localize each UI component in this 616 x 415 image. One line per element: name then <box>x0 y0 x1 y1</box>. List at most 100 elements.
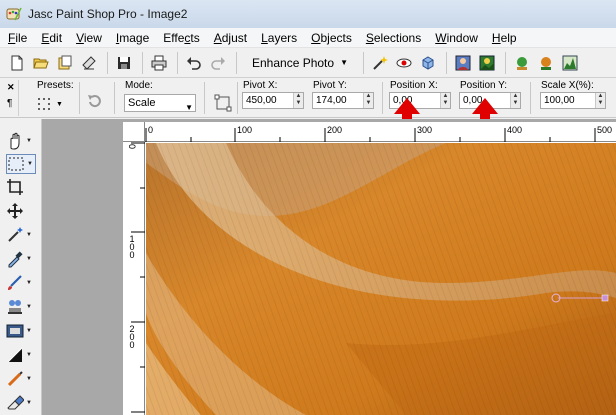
scratch-remover-tool[interactable]: ▼ <box>6 321 36 341</box>
options-separator <box>237 82 238 114</box>
menu-window[interactable]: Window <box>435 31 478 45</box>
ruler-label: 400 <box>507 125 523 135</box>
smudge-icon <box>7 371 23 387</box>
picture-tube-button[interactable] <box>476 52 498 74</box>
ruler-label: 200 <box>127 324 137 348</box>
flyout-arrow-icon: ▼ <box>27 161 33 167</box>
spin-arrows-icon[interactable]: ▲ ▼ <box>293 93 303 108</box>
tools-palette: ▼ ▼ ▼ ▼ ▼ ▼ ▼ ▼ ▼ ▼ <box>0 119 42 415</box>
toolbar-separator <box>363 51 364 74</box>
flyout-arrow-icon: ▼ <box>26 232 32 238</box>
position-x-label: Position X: <box>390 80 438 91</box>
move-tool[interactable] <box>6 201 36 221</box>
menu-help[interactable]: Help <box>492 31 517 45</box>
menu-edit[interactable]: Edit <box>41 31 62 45</box>
green-sphere-icon <box>517 56 527 70</box>
menu-file[interactable]: File <box>8 31 27 45</box>
menu-image[interactable]: Image <box>116 31 149 45</box>
spin-arrows-icon[interactable]: ▲ ▼ <box>440 93 450 108</box>
dodge-tool[interactable]: ▼ <box>6 345 36 365</box>
ruler-ticks <box>131 142 145 413</box>
cube-icon <box>422 55 434 70</box>
set-rotation-pivot-button[interactable] <box>214 94 232 115</box>
paint-brush-icon <box>8 275 22 290</box>
dodge-icon <box>7 347 23 363</box>
clone-brush-tool[interactable]: ▼ <box>6 297 36 317</box>
pivot-y-input[interactable]: 174,00 ▲ ▼ <box>312 92 374 109</box>
image-canvas[interactable] <box>146 143 616 415</box>
magic-wand-tool[interactable]: ▼ <box>6 225 36 245</box>
options-separator <box>79 82 80 114</box>
pan-tool[interactable]: ▼ <box>6 131 36 151</box>
materials-button[interactable] <box>535 52 557 74</box>
red-eye-removal-button[interactable] <box>393 52 415 74</box>
histogram-button[interactable] <box>559 52 581 74</box>
pin-icon[interactable]: ¶ <box>7 98 12 109</box>
paint-shop-pro-app-icon[interactable] <box>6 6 22 22</box>
spin-arrows-icon[interactable]: ▲ ▼ <box>595 93 605 108</box>
scale-x-input[interactable]: 100,00 ▲ ▼ <box>540 92 606 109</box>
push-tool[interactable]: ▼ <box>6 369 36 389</box>
spin-arrows-icon[interactable]: ▲ ▼ <box>363 93 373 108</box>
one-step-photo-fix-button[interactable] <box>369 52 391 74</box>
undo-button[interactable] <box>183 52 205 74</box>
reset-button[interactable] <box>86 92 104 113</box>
vertical-ruler: 0 100 200 <box>123 142 145 415</box>
eraser-tool[interactable]: ▼ <box>6 393 36 413</box>
menu-effects[interactable]: Effects <box>163 31 199 45</box>
enhance-photo-dropdown[interactable]: Enhance Photo ▼ <box>246 52 354 74</box>
ruler-ticks <box>145 128 596 142</box>
browse-button[interactable] <box>54 52 76 74</box>
new-file-icon <box>11 55 23 70</box>
pivot-x-input[interactable]: 450,00 ▲ ▼ <box>242 92 304 109</box>
scale-x-label: Scale X(%): <box>541 80 594 91</box>
browse-icon <box>58 55 72 69</box>
menu-layers[interactable]: Layers <box>261 31 297 45</box>
layer-palette-button[interactable] <box>452 52 474 74</box>
toolbar-separator <box>107 51 108 74</box>
title-bar: Jasc Paint Shop Pro - Image2 <box>0 0 616 28</box>
redo-button[interactable] <box>207 52 229 74</box>
presets-dropdown[interactable]: ▼ <box>36 94 72 114</box>
dotted-grid-icon <box>38 98 50 110</box>
menu-view[interactable]: View <box>76 31 102 45</box>
save-button[interactable] <box>113 52 135 74</box>
3d-effect-button[interactable] <box>417 52 439 74</box>
window-title: Jasc Paint Shop Pro - Image2 <box>28 7 188 21</box>
ruler-label: 200 <box>327 125 343 135</box>
magic-wand-icon <box>8 227 23 242</box>
ruler-label: 100 <box>237 125 253 135</box>
horizontal-ruler: 0 100 200 300 400 500 <box>145 122 616 142</box>
dropper-tool[interactable]: ▼ <box>6 249 36 269</box>
toolbar-separator <box>236 51 237 74</box>
new-file-button[interactable] <box>6 52 28 74</box>
ruler-label: 300 <box>417 125 433 135</box>
photo-fix-icon <box>6 324 24 338</box>
paint-brush-tool[interactable]: ▼ <box>6 273 36 293</box>
selection-tool[interactable]: ▼ <box>6 154 36 174</box>
effects-browser-button[interactable] <box>511 52 533 74</box>
spin-arrows-icon[interactable]: ▲ ▼ <box>510 93 520 108</box>
open-file-button[interactable] <box>30 52 52 74</box>
dropdown-arrow-icon: ▼ <box>185 103 193 112</box>
mode-value: Scale <box>128 97 156 109</box>
crop-tool[interactable] <box>6 177 36 197</box>
flyout-arrow-icon: ▼ <box>26 400 32 406</box>
menu-selections[interactable]: Selections <box>366 31 421 45</box>
print-button[interactable] <box>148 52 170 74</box>
enhance-photo-label: Enhance Photo <box>252 55 335 70</box>
portrait-icon <box>455 55 471 70</box>
save-disk-icon <box>118 56 130 69</box>
menu-adjust[interactable]: Adjust <box>214 31 247 45</box>
tool-options-bar: ✕ ¶ Presets: ▼ Mode: Scale ▼ Pivot X: 45… <box>0 78 616 118</box>
close-icon[interactable]: ✕ <box>7 82 15 93</box>
pivot-y-label: Pivot Y: <box>313 80 347 91</box>
pivot-x-value: 450,00 <box>246 95 277 106</box>
mode-select[interactable]: Scale ▼ <box>124 94 196 112</box>
menu-objects[interactable]: Objects <box>311 31 352 45</box>
open-folder-icon <box>33 58 49 68</box>
options-bar-grip[interactable]: ✕ ¶ <box>3 80 19 116</box>
flyout-arrow-icon: ▼ <box>26 352 32 358</box>
standard-toolbar: Enhance Photo ▼ <box>0 48 616 78</box>
scan-button[interactable] <box>78 52 100 74</box>
